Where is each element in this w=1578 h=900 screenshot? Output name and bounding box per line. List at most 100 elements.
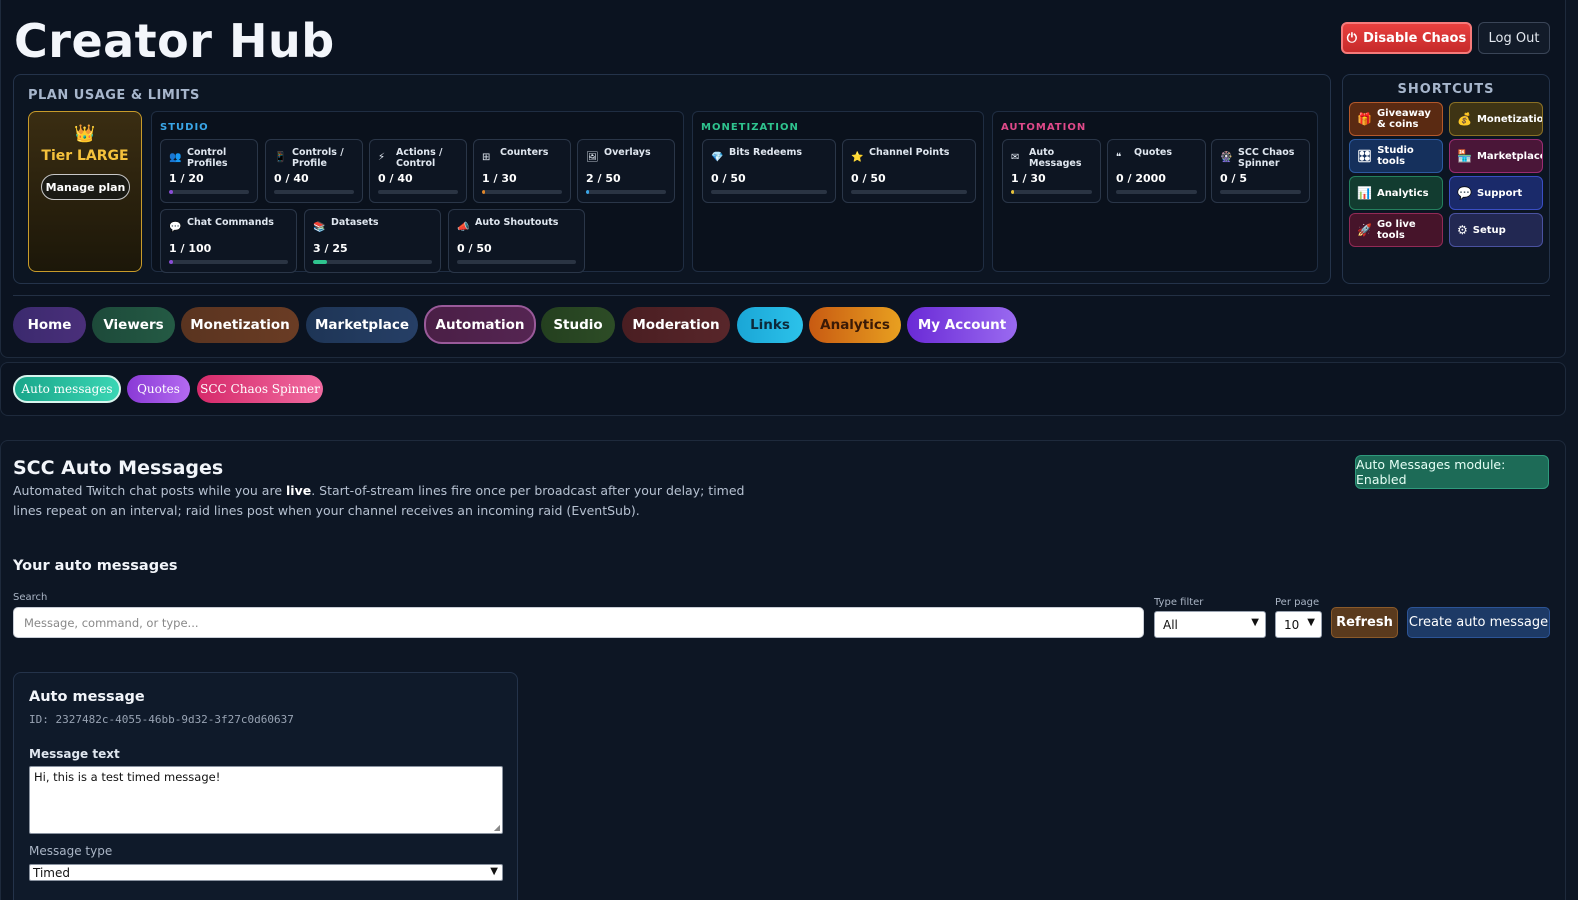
usage-card: 💬 Chat Commands 1 / 100 [160, 209, 297, 273]
divider [13, 295, 1550, 296]
tab-links[interactable]: Links [737, 307, 803, 343]
section-title: SCC Auto Messages [13, 457, 224, 479]
usage-bar [313, 260, 432, 264]
usage-bar [482, 190, 562, 194]
usage-value: 0 / 5 [1220, 172, 1247, 185]
refresh-button[interactable]: Refresh [1331, 607, 1398, 638]
shortcut-setup[interactable]: ⚙ Setup [1449, 213, 1543, 247]
usage-card: 💎 Bits Redeems 0 / 50 [702, 139, 836, 203]
message-text-value: Hi, this is a test timed message! [34, 770, 221, 784]
usage-bar [378, 190, 458, 194]
tab-moderation[interactable]: Moderation [622, 307, 730, 343]
shortcut-label: Analytics [1376, 187, 1429, 199]
tab-analytics[interactable]: Analytics [809, 307, 901, 343]
subtab-scc-chaos-spinner[interactable]: SCC Chaos Spinner [197, 375, 323, 403]
tab-my-account[interactable]: My Account [907, 307, 1017, 343]
tab-home[interactable]: Home [13, 307, 86, 343]
usage-card: ✉ Auto Messages 1 / 30 [1002, 139, 1101, 203]
shortcut-giveaway-coins[interactable]: 🎁 Giveaway & coins [1349, 102, 1443, 136]
phone-icon: 📱 [274, 152, 287, 163]
shortcut-studio-tools[interactable]: 🎛 Studio tools [1349, 139, 1443, 173]
tier-card: 👑 Tier LARGE Manage plan [28, 111, 142, 272]
module-status-badge[interactable]: Auto Messages module: Enabled [1355, 455, 1549, 489]
tab-studio[interactable]: Studio [541, 307, 615, 343]
usage-value: 1 / 30 [1011, 172, 1046, 185]
plan-usage-heading: PLAN USAGE & LIMITS [28, 88, 200, 103]
create-auto-message-button[interactable]: Create auto message [1407, 607, 1550, 638]
crown-icon: 👑 [74, 124, 96, 144]
usage-bar-fill [1011, 190, 1014, 194]
plan-group-automation: AUTOMATION ✉ Auto Messages 1 / 30 ❝ Quotes 0 /… [992, 111, 1318, 272]
auto-message-card: Auto message ID: 2327482c-4055-46bb-9d32… [13, 672, 518, 900]
usage-card: 📱 Controls / Profile 0 / 40 [265, 139, 363, 203]
search-input[interactable]: Message, command, or type... [13, 607, 1144, 638]
shortcut-label: Studio tools [1377, 145, 1414, 167]
tab-viewers[interactable]: Viewers [92, 307, 175, 343]
shortcut-marketplace[interactable]: 🏪 Marketplace [1449, 139, 1543, 173]
shortcut-monetization[interactable]: 💰 Monetization [1449, 102, 1543, 136]
money-bag-icon: 💰 [1457, 111, 1472, 126]
shortcut-label: Marketplace [1476, 150, 1543, 162]
shortcuts-heading: SHORTCUTS [1397, 82, 1495, 97]
usage-label: Actions / Control [396, 147, 443, 169]
usage-value: 1 / 20 [169, 172, 204, 185]
power-icon: ⏻ [1346, 30, 1358, 46]
message-type-value: Timed [33, 865, 70, 880]
usage-value: 2 / 50 [586, 172, 621, 185]
logout-button[interactable]: Log Out [1478, 22, 1550, 54]
rocket-icon: 🚀 [1357, 222, 1372, 237]
chevron-down-icon: ▼ [1307, 617, 1315, 628]
store-icon: 🏪 [1457, 148, 1472, 163]
usage-bar-fill [482, 190, 485, 194]
usage-card: ❝ Quotes 0 / 2000 [1107, 139, 1206, 203]
usage-value: 0 / 50 [457, 242, 492, 255]
usage-bar [457, 260, 576, 264]
per-page-select[interactable]: 10 ▼ [1275, 611, 1322, 638]
books-icon: 📚 [313, 222, 326, 233]
chat-icon: 💬 [169, 222, 182, 233]
bolt-icon: ⚡ [378, 152, 386, 163]
chart-icon: 📊 [1357, 185, 1372, 200]
usage-label: Channel Points [869, 147, 950, 158]
disable-chaos-label: Disable Chaos [1363, 30, 1467, 46]
speech-icon: 💬 [1457, 185, 1472, 200]
envelope-icon: ✉ [1011, 152, 1020, 163]
chevron-down-icon: ▼ [490, 866, 498, 877]
tab-monetization[interactable]: Monetization [181, 307, 299, 343]
usage-value: 0 / 50 [711, 172, 746, 185]
usage-label: Auto Shoutouts [475, 217, 559, 228]
tab-automation[interactable]: Automation [424, 305, 536, 344]
message-text-field[interactable]: Hi, this is a test timed message! ◢ [29, 766, 503, 834]
message-type-select[interactable]: Timed ▼ [29, 864, 503, 881]
shortcut-analytics[interactable]: 📊 Analytics [1349, 176, 1443, 210]
type-filter-select[interactable]: All ▼ [1154, 611, 1266, 638]
gift-icon: 🎁 [1357, 111, 1372, 126]
per-page-value: 10 [1284, 617, 1300, 632]
per-page-label: Per page [1275, 597, 1320, 608]
shortcut-go-live-tools[interactable]: 🚀 Go live tools [1349, 213, 1443, 247]
quote-icon: ❝ [1116, 152, 1122, 163]
subtab-quotes[interactable]: Quotes [127, 375, 190, 403]
shortcut-label: Go live tools [1376, 219, 1416, 241]
usage-value: 0 / 40 [378, 172, 413, 185]
studio-icon: 🎛 [1357, 148, 1373, 163]
page-title: Creator Hub [14, 14, 335, 68]
resize-grip-icon[interactable]: ◢ [494, 823, 500, 832]
usage-label: Bits Redeems [729, 147, 802, 158]
usage-value: 0 / 40 [274, 172, 309, 185]
usage-bar-fill [586, 190, 590, 194]
type-filter-label: Type filter [1154, 597, 1204, 608]
shortcut-support[interactable]: 💬 Support [1449, 176, 1543, 210]
usage-card: 👥 Control Profiles 1 / 20 [160, 139, 258, 203]
usage-bar [711, 190, 827, 194]
star-icon: ⭐ [851, 152, 864, 163]
plan-usage-panel: PLAN USAGE & LIMITS 👑 Tier LARGE Manage … [13, 74, 1331, 284]
disable-chaos-button[interactable]: ⏻ Disable Chaos [1341, 22, 1472, 54]
usage-label: SCC Chaos Spinner [1238, 147, 1295, 169]
tab-marketplace[interactable]: Marketplace [306, 307, 418, 343]
usage-label: Quotes [1134, 147, 1173, 158]
subtab-auto-messages[interactable]: Auto messages [13, 375, 121, 403]
picture-icon: 🖼 [586, 152, 599, 163]
manage-plan-button[interactable]: Manage plan [41, 174, 130, 200]
list-title: Your auto messages [13, 558, 178, 574]
